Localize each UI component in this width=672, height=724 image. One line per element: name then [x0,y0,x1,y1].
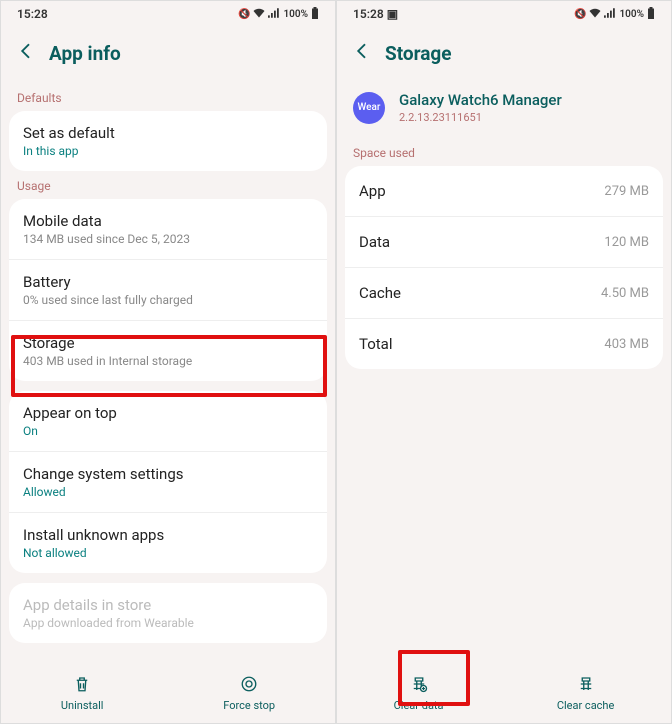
row-title: Battery [23,273,313,291]
row-install-unknown[interactable]: Install unknown apps Not allowed [9,512,327,573]
app-icon: Wear [353,92,385,124]
row-total-size: Total 403 MB [345,318,663,369]
screen-storage: 15:28 ▣ 🔇 100% Storage Wear Galaxy Watch… [336,0,672,724]
app-version: 2.2.13.23111651 [399,111,562,124]
mute-icon: 🔇 [574,9,586,20]
row-cache-size: Cache 4.50 MB [345,267,663,318]
battery-icon [311,7,319,22]
status-icons: 🔇 100% [238,7,319,22]
row-title: Mobile data [23,212,313,230]
clear-cache-icon [577,675,595,696]
kv-label: Data [359,233,390,251]
stop-icon [240,675,258,696]
row-sub: 0% used since last fully charged [23,293,313,307]
row-sub: 134 MB used since Dec 5, 2023 [23,232,313,246]
kv-label: Total [359,335,393,353]
row-sub: On [23,424,313,438]
bottom-bar: Clear data Clear cache [337,663,671,723]
wifi-icon [253,8,265,21]
row-sub: Allowed [23,485,313,499]
section-defaults: Defaults [1,83,335,111]
card-store: App details in store App downloaded from… [9,583,327,643]
status-icons: 🔇 100% [574,7,655,22]
kv-value: 403 MB [604,337,649,352]
kv-label: App [359,182,386,200]
bottom-label: Clear data [394,699,444,712]
bottom-bar: Uninstall Force stop [1,663,335,723]
row-sub: In this app [23,144,313,158]
screen-app-info: 15:28 🔇 100% App info Defaults Set as de… [0,0,336,724]
row-appear-on-top[interactable]: Appear on top On [9,391,327,451]
row-sub: 403 MB used in Internal storage [23,354,313,368]
bottom-label: Clear cache [557,699,615,712]
signal-icon [604,8,616,21]
clear-cache-button[interactable]: Clear cache [557,675,615,712]
row-change-settings[interactable]: Change system settings Allowed [9,451,327,512]
row-title: Storage [23,334,313,352]
row-set-default[interactable]: Set as default In this app [9,111,327,171]
signal-icon [268,8,280,21]
card-defaults: Set as default In this app [9,111,327,171]
battery-text: 100% [283,9,308,20]
card-permissions: Appear on top On Change system settings … [9,391,327,573]
kv-value: 279 MB [604,184,649,199]
page-title: App info [49,42,121,65]
bottom-label: Force stop [223,699,275,712]
page-header: Storage [337,27,671,83]
row-title: App details in store [23,596,313,614]
wifi-icon [589,8,601,21]
mute-icon: 🔇 [238,9,250,20]
clear-data-icon [410,675,428,696]
section-usage: Usage [1,171,335,199]
app-row: Wear Galaxy Watch6 Manager 2.2.13.231116… [337,83,671,138]
clear-data-button[interactable]: Clear data [394,675,444,712]
section-space-used: Space used [337,138,671,166]
back-icon[interactable] [353,41,371,65]
row-sub: App downloaded from Wearable [23,616,313,630]
row-title: Set as default [23,124,313,142]
row-mobile-data[interactable]: Mobile data 134 MB used since Dec 5, 202… [9,199,327,259]
row-title: Install unknown apps [23,526,313,544]
row-app-size: App 279 MB [345,166,663,216]
kv-value: 120 MB [604,235,649,250]
battery-text: 100% [619,9,644,20]
status-bar: 15:28 🔇 100% [1,1,335,27]
status-time: 15:28 [17,7,48,21]
screenshot-icon: ▣ [387,7,398,21]
kv-value: 4.50 MB [601,286,649,301]
uninstall-button[interactable]: Uninstall [61,675,104,712]
status-bar: 15:28 ▣ 🔇 100% [337,1,671,27]
row-data-size: Data 120 MB [345,216,663,267]
row-sub: Not allowed [23,546,313,560]
row-storage[interactable]: Storage 403 MB used in Internal storage [9,320,327,381]
bottom-label: Uninstall [61,699,104,712]
row-app-details: App details in store App downloaded from… [9,583,327,643]
force-stop-button[interactable]: Force stop [223,675,275,712]
back-icon[interactable] [17,41,35,65]
trash-icon [73,675,91,696]
battery-icon [647,7,655,22]
app-name: Galaxy Watch6 Manager [399,91,562,109]
page-title: Storage [385,42,452,65]
page-header: App info [1,27,335,83]
card-space: App 279 MB Data 120 MB Cache 4.50 MB Tot… [345,166,663,369]
row-battery[interactable]: Battery 0% used since last fully charged [9,259,327,320]
row-title: Appear on top [23,404,313,422]
kv-label: Cache [359,284,401,302]
card-usage: Mobile data 134 MB used since Dec 5, 202… [9,199,327,381]
row-title: Change system settings [23,465,313,483]
status-time: 15:28 ▣ [353,7,398,21]
